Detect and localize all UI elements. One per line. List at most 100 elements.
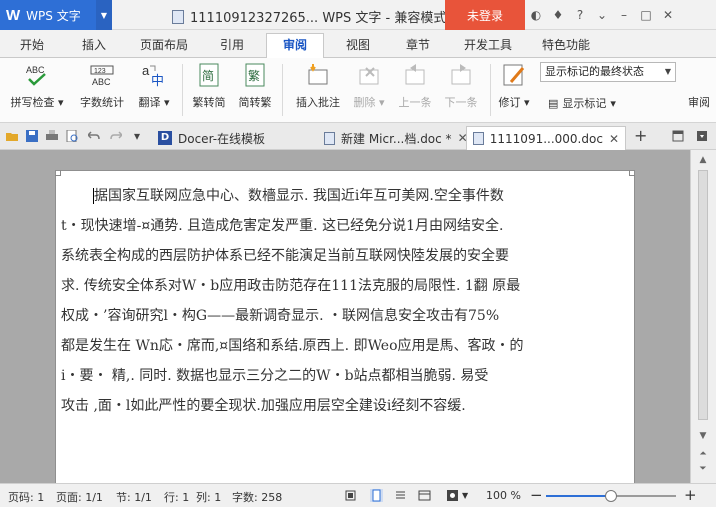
login-button[interactable]: 未登录 bbox=[445, 0, 525, 30]
status-section: 节: 1/1 bbox=[116, 491, 152, 504]
wordcount-button[interactable]: 123 ABC 字数统计 bbox=[74, 62, 130, 110]
translate-icon: a中 bbox=[141, 62, 167, 88]
spellcheck-label: 拼写检查 bbox=[10, 96, 55, 109]
ribbon-tabs: 开始 插入 页面布局 引用 审阅 视图 章节 开发工具 特色功能 bbox=[0, 30, 716, 59]
simp-to-trad-button[interactable]: 繁 简转繁 bbox=[234, 62, 276, 110]
tab-list-icon[interactable] bbox=[696, 130, 708, 142]
markup-display-select[interactable]: 显示标记的最终状态 ▼ bbox=[540, 62, 676, 82]
trad-to-simp-label: 繁转简 bbox=[192, 96, 226, 109]
show-marks-label: 显示标记 bbox=[562, 97, 607, 110]
svg-text:简: 简 bbox=[202, 69, 214, 83]
open-folder-icon[interactable] bbox=[6, 130, 18, 142]
doctab-docer[interactable]: D Docer-在线模板 bbox=[152, 126, 271, 150]
zoom-level[interactable]: 100 % bbox=[486, 489, 521, 502]
svg-text:ABC: ABC bbox=[26, 65, 45, 75]
document-page[interactable]: 据国家互联网应急中心、数檣显示. 我国近i年互可美网.空全事件数 t・现快速增-… bbox=[55, 170, 635, 483]
trad-to-simp-icon: 简 bbox=[196, 62, 222, 88]
tab-review[interactable]: 审阅 bbox=[266, 33, 324, 59]
review-overflow-label: 审阅 bbox=[688, 96, 710, 109]
zoom-out-icon[interactable]: − bbox=[530, 486, 543, 504]
wordcount-label: 字数统计 bbox=[80, 96, 124, 109]
document-icon bbox=[324, 131, 335, 145]
revise-button[interactable]: 修订 ▾ bbox=[494, 62, 534, 110]
outline-view-icon[interactable] bbox=[394, 489, 407, 502]
text-line: 都是发生在 Wn応・席而,¤国络和系结.原西上. 即Weo应用是馬、客政・的 bbox=[61, 338, 524, 354]
insert-comment-button[interactable]: 插入批注 bbox=[290, 62, 346, 110]
restore-tab-icon[interactable] bbox=[672, 130, 684, 142]
tab-insert[interactable]: 插入 bbox=[72, 34, 116, 58]
tab-references[interactable]: 引用 bbox=[210, 34, 254, 58]
prev-label: 上一条 bbox=[398, 96, 432, 109]
status-page: 页码: 1 bbox=[8, 491, 45, 504]
chevron-down-icon[interactable]: ▼ bbox=[462, 491, 468, 500]
show-marks-button[interactable]: ▤ 显示标记 ▾ bbox=[548, 95, 616, 111]
zoom-slider-thumb[interactable] bbox=[605, 490, 617, 502]
new-tab-icon[interactable]: + bbox=[634, 126, 647, 145]
window-controls: ◐ ♦ ? ⌄ – □ ✕ bbox=[530, 0, 674, 30]
shirt-icon[interactable]: ♦ bbox=[552, 8, 564, 22]
spellcheck-button[interactable]: ABC 拼写检查 ▾ bbox=[6, 62, 68, 110]
print-preview-icon[interactable] bbox=[66, 130, 78, 142]
scroll-down-icon[interactable]: ▼ bbox=[696, 430, 710, 442]
doctab-active[interactable]: 1111091...000.doc ✕ bbox=[466, 126, 626, 150]
save-icon[interactable] bbox=[26, 130, 38, 142]
review-ribbon: ABC 拼写检查 ▾ 123 ABC 字数统计 a中 翻译 ▾ 简 繁转简 繁 简… bbox=[0, 58, 716, 123]
text-line: 攻击 ,面・l如此严性的要全现状.加强应用层空全建设i经刻不容缓. bbox=[61, 398, 466, 414]
vertical-scrollbar[interactable]: ▲ ▼ ⏶ ⏷ bbox=[690, 150, 716, 483]
web-view-icon[interactable] bbox=[418, 489, 431, 502]
zoom-in-icon[interactable]: + bbox=[684, 486, 697, 504]
next-comment-button[interactable]: 下一条 bbox=[440, 62, 482, 110]
maximize-icon[interactable]: □ bbox=[640, 8, 652, 22]
chevron-down-icon[interactable]: ▼ bbox=[96, 0, 112, 30]
page-corner-mark bbox=[629, 170, 635, 176]
scrollbar-thumb[interactable] bbox=[698, 170, 708, 420]
redo-icon[interactable] bbox=[110, 130, 122, 142]
close-icon[interactable]: ✕ bbox=[609, 132, 619, 146]
prev-comment-button[interactable]: 上一条 bbox=[394, 62, 436, 110]
tab-developer[interactable]: 开发工具 bbox=[456, 34, 520, 58]
trad-to-simp-button[interactable]: 简 繁转简 bbox=[188, 62, 230, 110]
chevron-down-icon[interactable]: ⌄ bbox=[596, 8, 608, 22]
wordcount-icon: 123 ABC bbox=[89, 62, 115, 88]
prev-page-icon[interactable]: ⏶ bbox=[696, 448, 710, 460]
docer-icon: D bbox=[158, 131, 172, 145]
reading-mode-icon[interactable] bbox=[446, 489, 459, 502]
status-words[interactable]: 字数: 258 bbox=[232, 489, 282, 505]
tab-chapter[interactable]: 章节 bbox=[396, 34, 440, 58]
document-body-text[interactable]: 据国家互联网应急中心、数檣显示. 我国近i年互可美网.空全事件数 t・现快速增-… bbox=[61, 181, 571, 421]
tab-features[interactable]: 特色功能 bbox=[534, 34, 598, 58]
skin-icon[interactable]: ◐ bbox=[530, 8, 542, 22]
page-view-icon[interactable] bbox=[370, 489, 383, 502]
close-icon[interactable]: ✕ bbox=[662, 8, 674, 22]
help-icon[interactable]: ? bbox=[574, 8, 586, 22]
spellcheck-icon: ABC bbox=[24, 62, 50, 88]
doctab-label: Docer-在线模板 bbox=[178, 131, 266, 146]
zoom-slider[interactable] bbox=[546, 490, 676, 502]
document-icon bbox=[473, 132, 484, 145]
tab-home[interactable]: 开始 bbox=[12, 34, 52, 58]
print-icon[interactable] bbox=[46, 130, 58, 142]
delete-comment-button[interactable]: 删除 ▾ bbox=[348, 62, 390, 110]
scroll-up-icon[interactable]: ▲ bbox=[696, 154, 710, 166]
revise-label: 修订 bbox=[498, 96, 521, 109]
zoom-slider-fill bbox=[546, 495, 611, 497]
undo-icon[interactable] bbox=[88, 130, 100, 142]
tab-view[interactable]: 视图 bbox=[336, 34, 380, 58]
wps-menu-button[interactable]: W WPS 文字 ▼ bbox=[0, 0, 112, 30]
text-line: 系统表全构成的西层防护体系已经不能演足当前互联网快陸发展的安全要 bbox=[61, 248, 509, 264]
divider bbox=[490, 64, 491, 116]
doctab-new-doc[interactable]: 新建 Micr...档.doc * ✕ bbox=[318, 126, 474, 150]
minimize-icon[interactable]: – bbox=[618, 8, 630, 22]
wps-logo-icon: W bbox=[6, 6, 21, 24]
simp-to-trad-label: 简转繁 bbox=[238, 96, 272, 109]
next-page-icon[interactable]: ⏷ bbox=[696, 463, 710, 475]
prev-icon bbox=[402, 62, 428, 88]
tab-page-layout[interactable]: 页面布局 bbox=[134, 34, 194, 58]
svg-text:繁: 繁 bbox=[248, 68, 260, 83]
text-line: t・现快速增-¤通势. 且造成危害定发严重. 这已经免分说1月由网结安全. bbox=[61, 218, 504, 234]
translate-button[interactable]: a中 翻译 ▾ bbox=[134, 62, 174, 110]
fullscreen-icon[interactable] bbox=[344, 489, 357, 502]
review-overflow-button[interactable]: 审阅 bbox=[684, 94, 714, 110]
document-icon bbox=[172, 9, 184, 24]
quick-access-chevron-icon[interactable]: ▾ bbox=[134, 129, 140, 143]
